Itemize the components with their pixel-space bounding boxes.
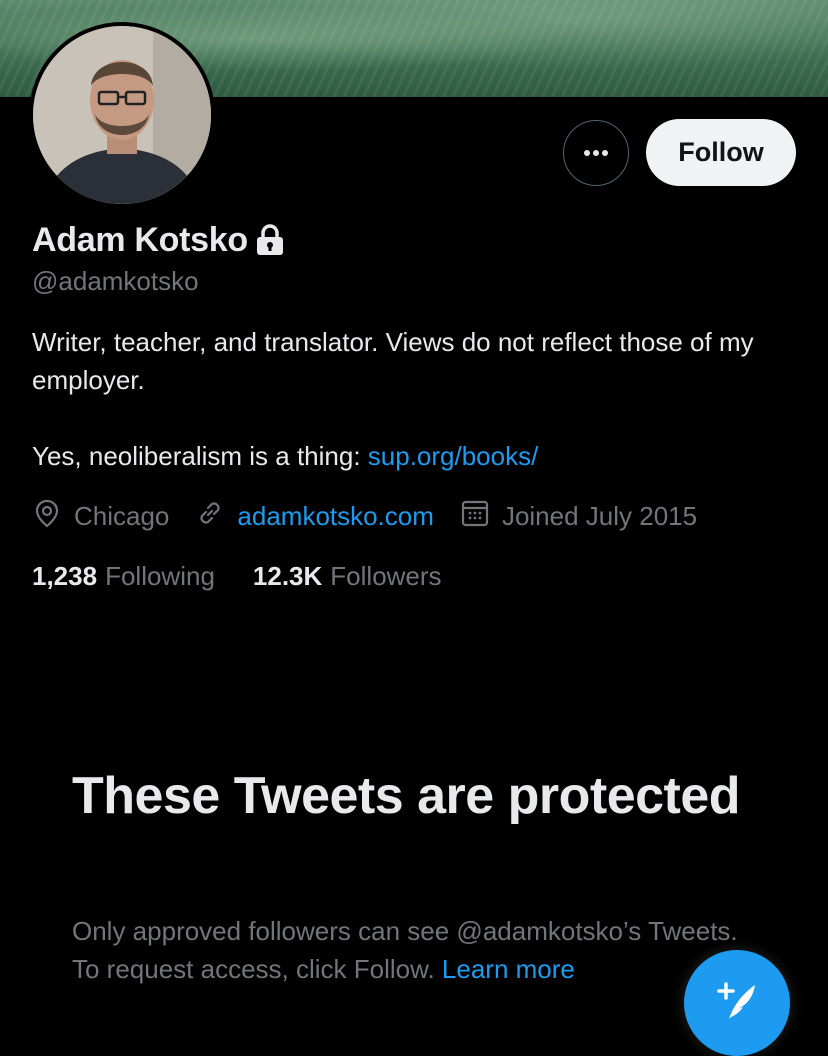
calendar-icon [460,498,502,535]
location-text: Chicago [74,500,170,531]
following-label: Following [105,560,215,591]
profile-bio: Writer, teacher, and translator. Views d… [32,323,802,475]
website-item: adamkotsko.com [195,498,434,535]
bio-link[interactable]: sup.org/books/ [368,441,539,471]
joined-item: Joined July 2015 [460,498,697,535]
profile-name-row: Adam Kotsko [32,220,286,260]
protected-description-text: Only approved followers can see @adamkot… [72,916,738,984]
compose-feather-icon [713,977,761,1030]
website-link[interactable]: adamkotsko.com [237,501,434,532]
location-pin-icon [32,498,74,535]
following-stat[interactable]: 1,238 Following [32,561,215,592]
protected-title: These Tweets are protected [72,767,741,825]
bio-text-2: Yes, neoliberalism is a thing: sup.org/b… [32,437,802,475]
more-options-button[interactable] [563,120,629,186]
followers-count: 12.3K [252,560,323,591]
protected-description: Only approved followers can see @adamkot… [72,912,752,988]
profile-meta: Chicago adamkotsko.com Joined July 2015 [32,496,723,536]
joined-text: Joined July 2015 [501,500,698,531]
more-horizontal-icon [583,144,609,162]
protected-lock-icon [254,223,286,257]
compose-tweet-button[interactable] [684,950,790,1056]
bio-text-prefix: Yes, neoliberalism is a thing: [32,441,368,471]
follow-stats: 1,238 Following 12.3K Followers [32,556,480,596]
follow-button[interactable]: Follow [646,119,796,186]
avatar[interactable] [29,22,215,208]
learn-more-link[interactable]: Learn more [442,954,575,984]
link-icon [195,498,237,535]
location-item: Chicago [32,498,169,535]
display-name: Adam Kotsko [32,220,248,259]
bio-text: Writer, teacher, and translator. Views d… [32,327,754,395]
following-count: 1,238 [32,560,98,591]
user-handle: @adamkotsko [32,266,199,296]
followers-stat[interactable]: 12.3K Followers [253,561,442,592]
followers-label: Followers [330,560,442,591]
